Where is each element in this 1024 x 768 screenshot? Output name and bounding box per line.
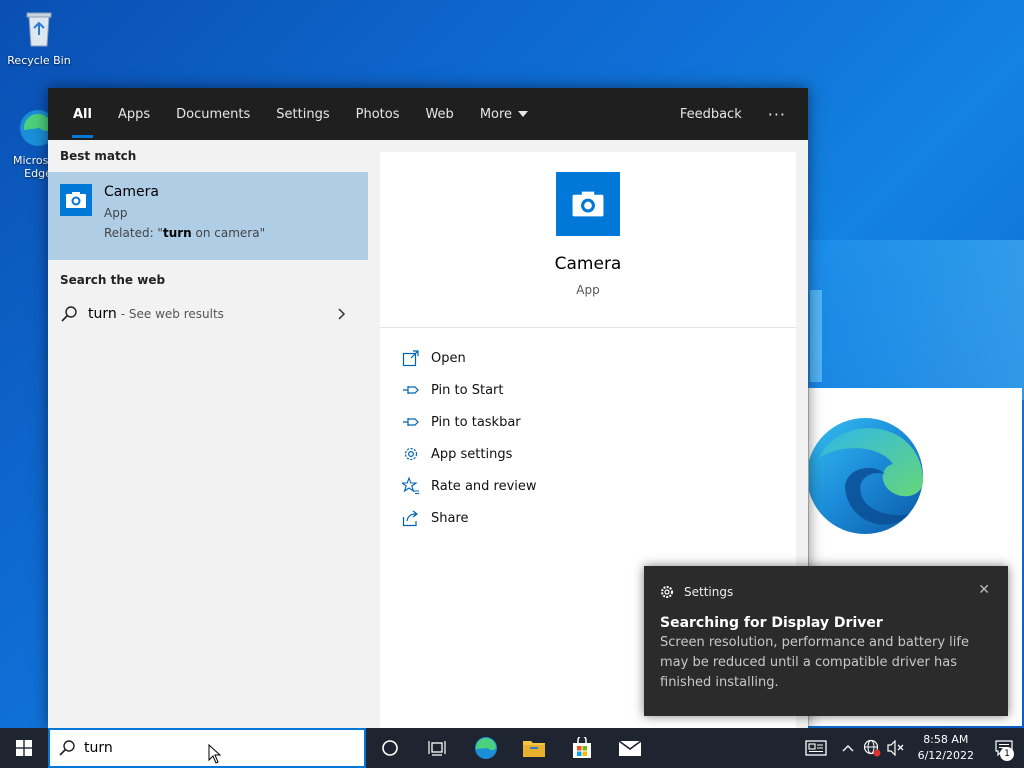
tab-more[interactable]: More [467, 88, 541, 140]
action-share[interactable]: Share [380, 502, 796, 534]
mail-icon [618, 740, 642, 756]
tab-apps[interactable]: Apps [105, 88, 163, 140]
open-icon [402, 350, 419, 367]
network-button[interactable] [860, 728, 884, 768]
edge-logo-icon [809, 418, 924, 534]
news-icon [804, 740, 827, 756]
web-result[interactable]: turn - See web results [48, 296, 368, 332]
clock[interactable]: 8:58 AM 6/12/2022 [908, 732, 984, 764]
search-input[interactable] [84, 740, 284, 756]
camera-icon [60, 184, 92, 216]
feedback-button[interactable]: Feedback [666, 88, 756, 140]
windows-logo-icon [16, 740, 32, 756]
tab-photos[interactable]: Photos [343, 88, 413, 140]
search-icon [59, 740, 75, 756]
more-options-button[interactable]: ··· [756, 105, 808, 124]
recycle-bin-icon [17, 6, 61, 50]
action-pin-to-start[interactable]: Pin to Start [380, 374, 796, 406]
best-match-type: App [104, 206, 128, 220]
search-icon [61, 306, 77, 322]
best-match-title: Camera [104, 184, 159, 200]
search-tabbar: All Apps Documents Settings Photos Web M… [48, 88, 808, 140]
taskbar: 8:58 AM 6/12/2022 1 [0, 728, 1024, 768]
chevron-right-icon[interactable] [338, 308, 346, 320]
results-list: Best match Camera App Related: "turn on … [48, 140, 368, 728]
taskbar-search-box[interactable] [48, 728, 366, 768]
pin-icon [403, 386, 419, 394]
chevron-up-icon [842, 745, 854, 752]
edge-icon [475, 737, 497, 759]
toast-app-name: Settings [684, 585, 734, 599]
tab-documents[interactable]: Documents [163, 88, 263, 140]
mouse-pointer-icon [208, 744, 222, 764]
clock-date: 6/12/2022 [917, 749, 974, 762]
desktop-icon-recycle-bin[interactable]: Recycle Bin [1, 6, 77, 67]
task-view-button[interactable] [414, 728, 462, 768]
action-list: Open Pin to Start Pin to taskbar App set… [380, 328, 796, 534]
news-widget-button[interactable] [796, 728, 836, 768]
action-pin-to-taskbar[interactable]: Pin to taskbar [380, 406, 796, 438]
desktop-icon-label: Recycle Bin [7, 54, 71, 67]
gear-icon [661, 586, 673, 598]
preview-type: App [576, 283, 600, 297]
taskbar-mail[interactable] [606, 728, 654, 768]
taskbar-file-explorer[interactable] [510, 728, 558, 768]
web-header: Search the web [60, 273, 166, 287]
notification-count-badge: 1 [1000, 747, 1014, 761]
best-match-header: Best match [60, 149, 137, 163]
preview-title: Camera [554, 254, 622, 274]
notification-toast[interactable]: Settings ✕ Searching for Display Driver … [644, 566, 1008, 716]
share-icon [402, 510, 418, 527]
volume-button[interactable] [884, 728, 908, 768]
start-button[interactable] [0, 728, 48, 768]
globe-icon [863, 739, 881, 757]
action-app-settings[interactable]: App settings [380, 438, 796, 470]
wallpaper-window-shape [794, 240, 1024, 400]
gear-icon [404, 447, 418, 461]
web-result-query: turn [88, 306, 117, 322]
folder-icon [523, 741, 545, 757]
pin-icon [403, 418, 419, 426]
taskbar-edge[interactable] [462, 728, 510, 768]
best-match-related: Related: "turn on camera" [104, 226, 266, 240]
star-icon [402, 477, 419, 495]
volume-muted-icon [886, 740, 904, 756]
wallpaper-light-bar [810, 290, 822, 382]
taskbar-store[interactable] [558, 728, 606, 768]
web-result-hint: - See web results [120, 307, 224, 321]
camera-large-icon [556, 172, 620, 236]
toast-body: Screen resolution, performance and batte… [660, 635, 969, 690]
preview-header: Camera App [380, 152, 796, 328]
cortana-button[interactable] [366, 728, 414, 768]
system-tray: 8:58 AM 6/12/2022 1 [796, 728, 1024, 768]
task-view-icon [428, 741, 446, 756]
tab-all[interactable]: All [60, 88, 105, 140]
toast-title: Searching for Display Driver [660, 615, 883, 631]
action-rate-and-review[interactable]: Rate and review [380, 470, 796, 502]
show-hidden-icons-button[interactable] [836, 728, 860, 768]
store-icon [573, 737, 591, 758]
close-icon[interactable]: ✕ [978, 582, 990, 598]
action-center-button[interactable]: 1 [984, 728, 1024, 768]
caret-down-icon [518, 111, 529, 117]
tab-settings[interactable]: Settings [263, 88, 342, 140]
best-match-result[interactable]: Camera App Related: "turn on camera" [48, 172, 368, 260]
tab-web[interactable]: Web [412, 88, 466, 140]
cortana-icon [382, 740, 398, 756]
action-open[interactable]: Open [380, 342, 796, 374]
clock-time: 8:58 AM [923, 733, 969, 746]
